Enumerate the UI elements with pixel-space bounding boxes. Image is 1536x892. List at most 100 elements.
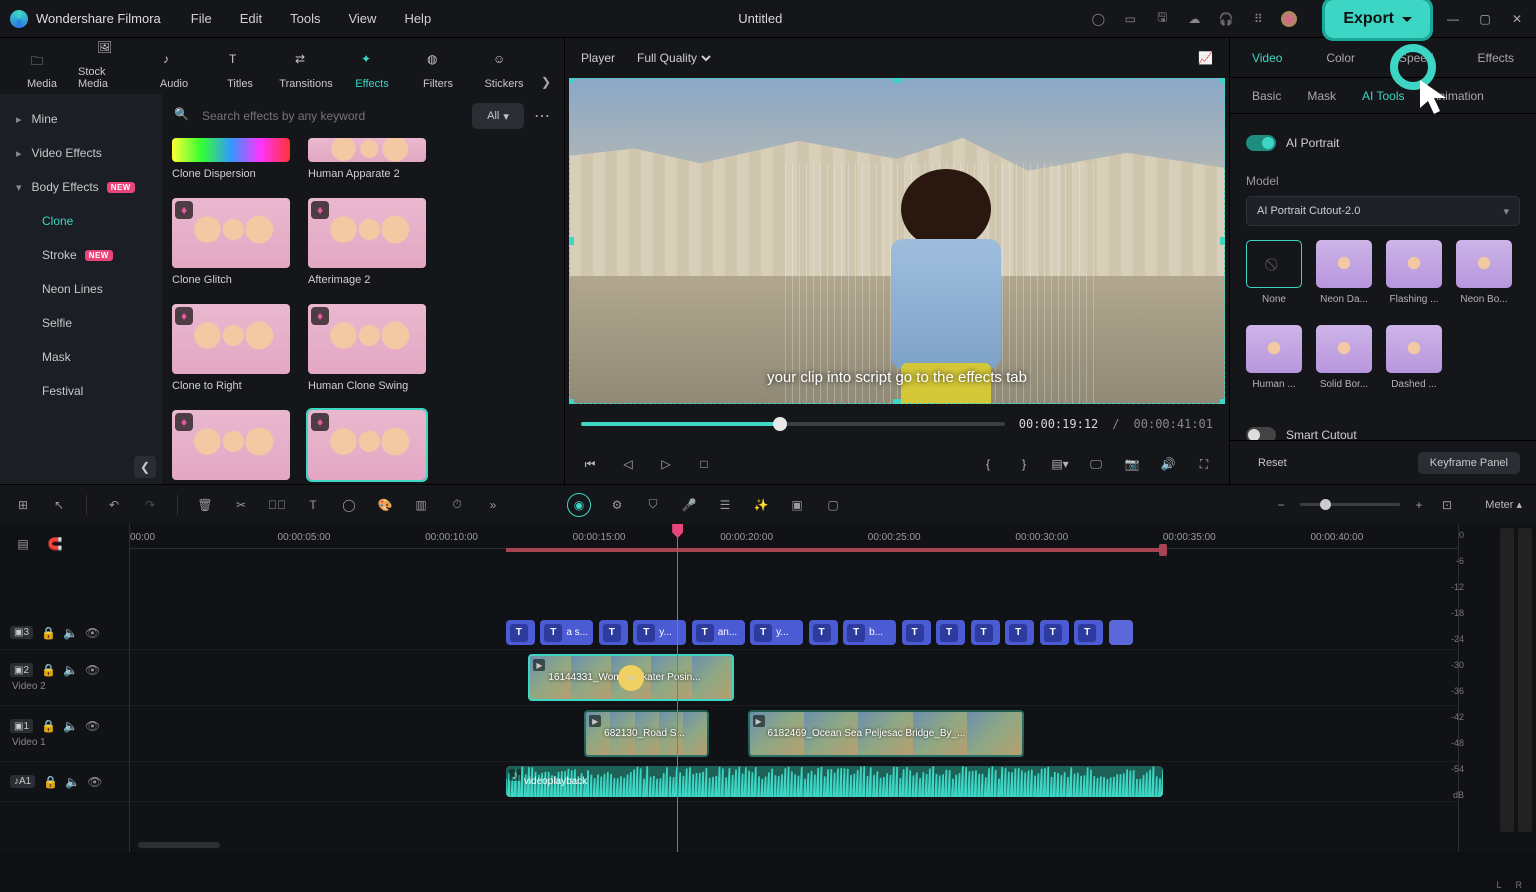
tl-keyframe-icon[interactable]: ◉ — [568, 494, 590, 516]
clip[interactable] — [1109, 620, 1133, 645]
clip[interactable]: T — [902, 620, 931, 645]
quality-select[interactable]: Full Quality — [633, 50, 714, 66]
clip[interactable]: ▸16144331_Woman Skater Posin...✂ — [528, 654, 734, 701]
tl-split-icon[interactable]: ✂ — [232, 496, 250, 514]
clip[interactable]: Ty... — [750, 620, 803, 645]
track-2[interactable]: ▸16144331_Woman Skater Posin...✂ — [130, 650, 1458, 706]
magnet-icon[interactable]: 🧲 — [46, 535, 64, 553]
tl-more-tools-icon[interactable]: » — [484, 496, 502, 514]
record-icon[interactable]: ◯ — [1089, 10, 1107, 28]
visibility-icon[interactable]: 👁 — [85, 663, 99, 677]
effect-clone-glitch[interactable]: ♦Clone Glitch — [172, 198, 290, 286]
snapshot-icon[interactable]: 📈 — [1198, 51, 1213, 65]
play-icon[interactable]: ▷ — [657, 455, 675, 473]
tl-record-icon[interactable]: ◯ — [340, 496, 358, 514]
apps-icon[interactable]: ⠿ — [1249, 10, 1267, 28]
clip[interactable]: Tb... — [843, 620, 896, 645]
mute-icon[interactable]: 🔈 — [63, 626, 77, 640]
tree-item-selfie[interactable]: Selfie — [0, 306, 162, 340]
subtab-animation[interactable]: Animation — [1430, 89, 1483, 103]
track-A1[interactable]: ♪videoplayback — [130, 762, 1458, 802]
player-tab[interactable]: Player — [581, 51, 615, 65]
tree-item-neon-lines[interactable]: Neon Lines — [0, 272, 162, 306]
tree-item-clone[interactable]: Clone — [0, 204, 162, 238]
subtab-ai-tools[interactable]: AI Tools — [1362, 89, 1404, 103]
zoom-slider[interactable] — [1300, 503, 1400, 506]
tl-settings-icon[interactable]: ⚙ — [608, 496, 626, 514]
insp-tab-speed[interactable]: Speed — [1399, 51, 1434, 65]
cat-media[interactable]: 🗀Media — [12, 52, 72, 94]
headphones-icon[interactable]: 🎧 — [1217, 10, 1235, 28]
tree-collapse-icon[interactable]: ❮ — [134, 456, 156, 478]
camera-icon[interactable]: 📷 — [1123, 455, 1141, 473]
track-3[interactable]: TTa s...TTy...Tan...Ty...TTb...TTTTTT — [130, 616, 1458, 650]
track-head-3[interactable]: ▣3🔒🔈👁 — [0, 616, 129, 650]
subtab-mask[interactable]: Mask — [1307, 89, 1336, 103]
tl-mic-icon[interactable]: 🎤 — [680, 496, 698, 514]
tl-square-icon[interactable]: ▢ — [824, 496, 842, 514]
tl-crop-icon[interactable]: ✂⃞ — [268, 496, 286, 514]
screen-icon[interactable]: ▭ — [1121, 10, 1139, 28]
track-head-A1[interactable]: ♪A1🔒🔈👁 — [0, 762, 129, 802]
tree-item-video-effects[interactable]: Video Effects — [0, 136, 162, 170]
preset-solid-bor-[interactable]: Solid Bor... — [1316, 325, 1372, 390]
timeline-main[interactable]: 00:0000:00:05:0000:00:10:0000:00:15:0000… — [130, 524, 1458, 852]
clip[interactable]: T — [599, 620, 628, 645]
preset-neon-da-[interactable]: Neon Da... — [1316, 240, 1372, 305]
export-button[interactable]: Export — [1325, 0, 1430, 38]
insp-tab-video[interactable]: Video — [1252, 51, 1282, 65]
scrubber[interactable] — [581, 422, 1005, 426]
clip[interactable]: Tan... — [692, 620, 745, 645]
zoom-in-icon[interactable]: + — [1410, 496, 1428, 514]
clip[interactable]: T — [971, 620, 1000, 645]
lock-icon[interactable]: 🔒 — [41, 719, 55, 733]
mute-icon[interactable]: 🔈 — [63, 663, 77, 677]
prev-frame-icon[interactable]: ⏮ — [581, 455, 599, 473]
preset-dashed-[interactable]: Dashed ... — [1386, 325, 1442, 390]
effect-human-clone[interactable]: ♦Human Clone — [172, 410, 290, 484]
tree-item-mask[interactable]: Mask — [0, 340, 162, 374]
track-head-2[interactable]: ▣2🔒🔈👁Video 2 — [0, 650, 129, 706]
tl-speed-down-icon[interactable]: ▥ — [412, 496, 430, 514]
tree-item-mine[interactable]: Mine — [0, 102, 162, 136]
tree-item-festival[interactable]: Festival — [0, 374, 162, 408]
tl-apps-icon[interactable]: ⊞ — [14, 496, 32, 514]
zoom-meter-label[interactable]: Meter ▴ — [1466, 498, 1522, 511]
effect-clone-to-right[interactable]: ♦Clone to Right — [172, 304, 290, 392]
tree-item-stroke[interactable]: StrokeNEW — [0, 238, 162, 272]
layout-dropdown-icon[interactable]: ▤▾ — [1051, 455, 1069, 473]
effect-clone-dispersion[interactable]: Clone Dispersion — [172, 138, 290, 180]
brace-open-icon[interactable]: { — [979, 455, 997, 473]
model-select[interactable]: AI Portrait Cutout-2.0 — [1246, 196, 1520, 226]
preset-human-[interactable]: Human ... — [1246, 325, 1302, 390]
cat-titles[interactable]: TTitles — [210, 52, 270, 94]
mute-icon[interactable]: 🔈 — [65, 775, 79, 789]
insp-tab-color[interactable]: Color — [1326, 51, 1355, 65]
display-icon[interactable]: 🖵 — [1087, 455, 1105, 473]
fullscreen-icon[interactable]: ⛶ — [1195, 455, 1213, 473]
play-backward-icon[interactable]: ◁ — [619, 455, 637, 473]
menu-view[interactable]: View — [348, 11, 376, 26]
menu-tools[interactable]: Tools — [290, 11, 320, 26]
volume-icon[interactable]: 🔊 — [1159, 455, 1177, 473]
tl-cursor-icon[interactable]: ↖ — [50, 496, 68, 514]
clip[interactable]: Ty... — [633, 620, 686, 645]
window-close-icon[interactable]: ✕ — [1508, 10, 1526, 28]
keyframe-panel-button[interactable]: Keyframe Panel — [1418, 452, 1520, 474]
stop-icon[interactable]: □ — [695, 455, 713, 473]
menu-file[interactable]: File — [191, 11, 212, 26]
tl-redo-icon[interactable]: ↷ — [141, 496, 159, 514]
effect-human-apparate-2[interactable]: Human Apparate 2 — [308, 138, 426, 180]
visibility-icon[interactable]: 👁 — [85, 719, 99, 733]
tl-color-icon[interactable]: 🎨 — [376, 496, 394, 514]
timeline-hscroll[interactable] — [130, 838, 1458, 852]
mute-icon[interactable]: 🔈 — [63, 719, 77, 733]
preset-neon-bo-[interactable]: Neon Bo... — [1456, 240, 1512, 305]
track-1[interactable]: ▸682130_Road S...▸6182469_Ocean Sea Pelj… — [130, 706, 1458, 762]
insp-tab-effects[interactable]: Effects — [1478, 51, 1514, 65]
track-head-1[interactable]: ▣1🔒🔈👁Video 1 — [0, 706, 129, 762]
clip[interactable]: T — [1005, 620, 1034, 645]
search-input[interactable] — [202, 109, 462, 123]
lock-icon[interactable]: 🔒 — [41, 626, 55, 640]
clip[interactable]: T — [936, 620, 965, 645]
